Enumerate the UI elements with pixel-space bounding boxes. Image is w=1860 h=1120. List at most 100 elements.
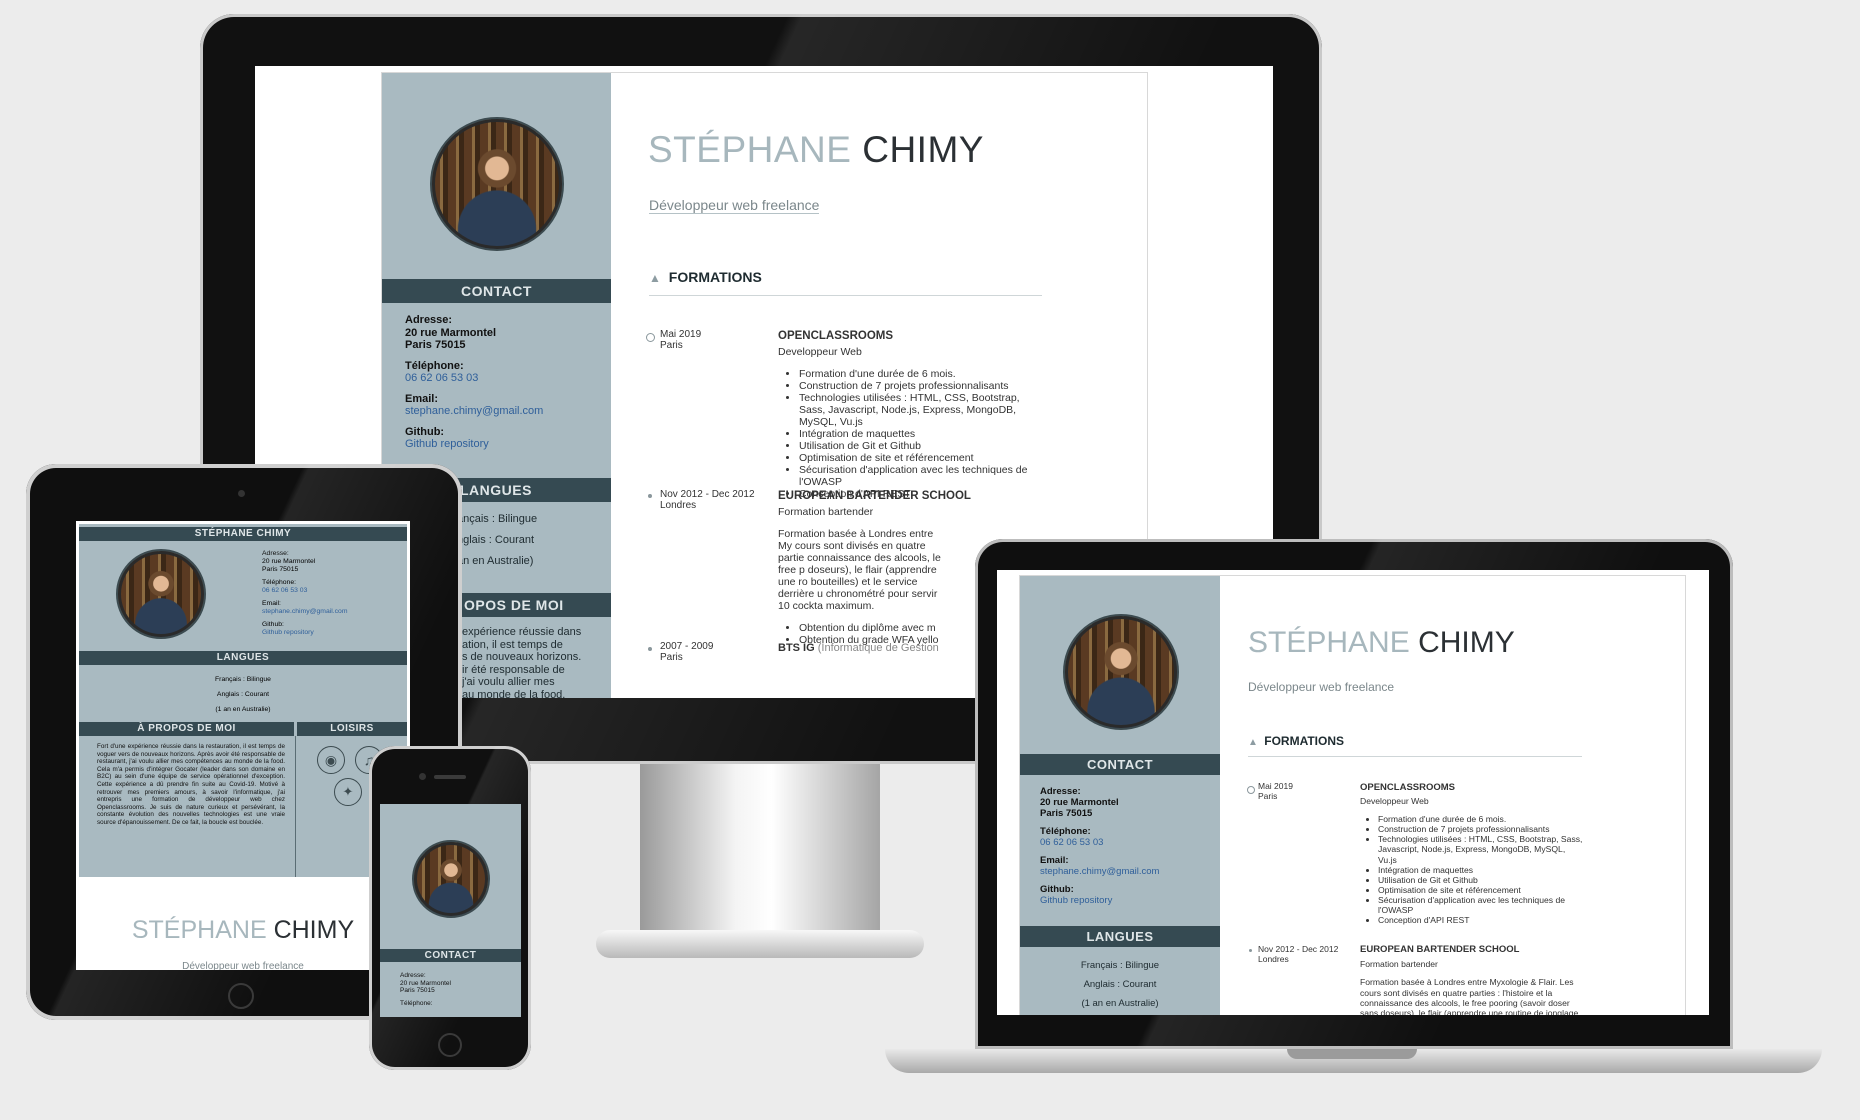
laptop-avatar (1063, 614, 1179, 730)
address-line1: 20 rue Marmontel (405, 326, 497, 339)
entry-role: Formation bartender (1360, 959, 1438, 970)
bullet: Utilisation de Git et Github (1378, 875, 1585, 885)
timeline-dot (1247, 786, 1255, 794)
tablet-camera-icon (238, 490, 245, 497)
entry-body: EUROPEAN BARTENDER SCHOOL Formation bart… (778, 490, 1008, 646)
bullet: Sécurisation d'application avec les tech… (799, 464, 1028, 488)
laptop-contact-block: Adresse: 20 rue Marmontel Paris 75015 Té… (1040, 786, 1159, 906)
github-link[interactable]: Github repository (1040, 895, 1159, 906)
bullet: Optimisation de site et référencement (799, 452, 1028, 464)
entry-bullets: Formation d'une durée de 6 mois. Constru… (778, 368, 1028, 500)
laptop-sidebar: CONTACT Adresse: 20 rue Marmontel Paris … (1020, 576, 1220, 1015)
first-name: STÉPHANE (648, 129, 852, 170)
bullet: Conception d'API REST (1378, 915, 1585, 925)
lang-fr: Français : Bilingue (215, 676, 271, 683)
bullet: Intégration de maquettes (799, 428, 1028, 440)
phone-link[interactable]: 06 62 06 53 03 (1040, 837, 1159, 848)
phone-link[interactable]: 06 62 06 53 03 (405, 372, 543, 385)
laptop-notch (1287, 1049, 1417, 1059)
lang-en: Anglais : Courant (216, 691, 270, 698)
desktop-contact-title: CONTACT (382, 279, 611, 303)
address-label: Adresse: (262, 550, 289, 557)
entry-school-extra: (Informatique de Gestion (817, 642, 939, 654)
tablet-subtitle: Développeur web freelance (182, 961, 304, 970)
graduation-cap-icon: ▲ (649, 271, 661, 285)
github-link[interactable]: Github repository (262, 629, 347, 637)
entry-date: Mai 2019 Paris (660, 329, 701, 351)
entry-role: Developpeur Web (778, 346, 862, 358)
phone-link[interactable]: 06 62 06 53 03 (262, 587, 347, 595)
email-label: Email: (405, 392, 439, 405)
entry-body: OPENCLASSROOMS Developpeur Web Formation… (1360, 782, 1585, 925)
lang-note: (1 an en Australie) (215, 706, 271, 713)
phone-home-button[interactable] (438, 1033, 462, 1057)
graduation-cap-icon: ▲ (1248, 737, 1258, 748)
monitor-stand (640, 764, 880, 942)
laptop-languages-title: LANGUES (1020, 926, 1220, 947)
entry-role: Developpeur Web (1360, 796, 1429, 807)
phone-camera-icon (419, 773, 426, 780)
entry-role: Formation bartender (778, 506, 874, 518)
laptop-main: STÉPHANE CHIMY Développeur web freelance… (1220, 576, 1685, 1015)
email-link[interactable]: stephane.chimy@gmail.com (1040, 866, 1159, 877)
phone-contact-title: CONTACT (380, 949, 521, 962)
bullet: Optimisation de site et référencement (1378, 885, 1585, 895)
tablet-home-button[interactable] (228, 983, 254, 1009)
timeline-dot (648, 494, 652, 498)
first-name: STÉPHANE (131, 916, 267, 944)
about-title-text: OPOS DE MOI (464, 597, 564, 613)
entry-place: Londres (660, 500, 697, 511)
laptop-name-heading: STÉPHANE CHIMY (1248, 626, 1515, 660)
email-link[interactable]: stephane.chimy@gmail.com (405, 405, 543, 418)
about-line: s de nouveaux horizons. (462, 651, 582, 664)
phone-avatar (412, 840, 490, 918)
about-line: au monde de la food. (462, 688, 566, 698)
tablet-avatar (116, 549, 206, 639)
desktop-about-text: expérience réussie dans ation, il est te… (462, 626, 603, 698)
desktop-subtitle: Développeur web freelance (649, 197, 820, 214)
address-line2: Paris 75015 (1040, 808, 1093, 819)
about-line: ation, il est temps de (462, 638, 563, 651)
phone-label: Téléphone: (262, 579, 297, 586)
laptop-contact-title: CONTACT (1020, 754, 1220, 775)
languages-title-text: LANGUES (460, 482, 532, 498)
timeline-dot (1249, 949, 1252, 952)
email-link[interactable]: stephane.chimy@gmail.com (262, 608, 347, 616)
tablet-divider (295, 736, 296, 877)
entry-date: 2007 - 2009 Paris (660, 641, 713, 663)
phone-label: Téléphone: (1040, 826, 1091, 837)
laptop-formations-heading: ▲ FORMATIONS (1248, 734, 1582, 757)
tablet-sidebar: STÉPHANE CHIMY Adresse: 20 rue Marmontel… (79, 524, 407, 877)
laptop-cv-page: CONTACT Adresse: 20 rue Marmontel Paris … (1019, 575, 1686, 1015)
phone-speaker (434, 775, 466, 779)
lang-fr: ançais : Bilingue (457, 513, 538, 525)
entry-date-text: Nov 2012 - Dec 2012 (660, 489, 755, 500)
entry-date: Nov 2012 - Dec 2012 Londres (660, 489, 755, 511)
address-line2: Paris 75015 (400, 987, 435, 995)
camera-icon: ◉ (317, 746, 345, 774)
phone-label: Téléphone: (400, 999, 433, 1007)
bullet: Technologies utilisées : HTML, CSS, Boot… (799, 392, 1028, 428)
laptop-screen: CONTACT Adresse: 20 rue Marmontel Paris … (997, 570, 1709, 1015)
timeline-dot (646, 333, 655, 342)
tablet-contact-block: Adresse: 20 rue Marmontel Paris 75015 Té… (262, 550, 347, 637)
bullet: Formation d'une durée de 6 mois. (799, 368, 1028, 380)
desktop-formations-heading: ▲ FORMATIONS (649, 269, 1042, 296)
entry-date-text: 2007 - 2009 (660, 641, 714, 652)
bullet: Sécurisation d'application avec les tech… (1378, 895, 1585, 915)
about-line: j'ai voulu allier mes (462, 676, 555, 689)
desktop-languages: ançais : Bilingue nglais : Courant an en… (457, 509, 537, 572)
entry-body: EUROPEAN BARTENDER SCHOOL Formation bart… (1360, 944, 1585, 1015)
entry-place: Paris (1258, 790, 1278, 801)
phone-contact-block: Adresse: 20 rue Marmontel Paris 75015 Té… (400, 972, 451, 1007)
github-link[interactable]: Github repository (405, 438, 543, 451)
laptop-subtitle: Développeur web freelance (1248, 680, 1395, 694)
entry-place: Paris (660, 340, 683, 351)
tablet-hobbies-title: LOISIRS (297, 722, 407, 736)
tablet-languages: Français : Bilingue Anglais : Courant (1… (79, 672, 407, 717)
last-name: CHIMY (1418, 626, 1515, 659)
entry-school: EUROPEAN BARTENDER SCHOOL (778, 490, 971, 502)
bullet: Technologies utilisées : HTML, CSS, Boot… (1378, 834, 1585, 864)
bullet: Construction de 7 projets professionnali… (1378, 824, 1585, 834)
first-name: STÉPHANE (1248, 626, 1410, 659)
